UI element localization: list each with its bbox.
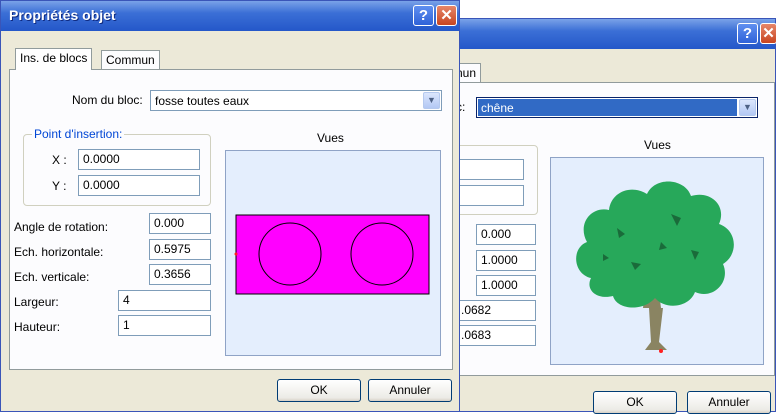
back-close-button[interactable]: ✕ <box>760 23 776 44</box>
views-label: Vues <box>317 131 344 145</box>
back-x-field[interactable] <box>456 159 524 180</box>
chevron-down-icon[interactable]: ▼ <box>739 99 756 116</box>
width-label: Largeur: <box>14 295 59 309</box>
block-preview-drawing <box>234 214 430 295</box>
back-y-field[interactable] <box>456 185 524 206</box>
ok-button[interactable]: OK <box>277 379 361 402</box>
back-width-field[interactable]: .0682 <box>456 300 536 321</box>
back-rotation-field[interactable]: 0.000 <box>476 224 536 245</box>
block-name-label: Nom du bloc: <box>72 93 143 107</box>
back-help-button[interactable]: ? <box>737 23 758 44</box>
block-name-value: fosse toutes eaux <box>155 94 250 108</box>
vscale-field[interactable]: 0.3656 <box>149 264 211 285</box>
title-bar: Propriétés objet ? ✕ <box>1 1 459 31</box>
insertion-point-label: Point d'insertion: <box>32 127 125 141</box>
back-cancel-button[interactable]: Annuler <box>687 391 771 414</box>
close-button[interactable]: ✕ <box>436 5 457 26</box>
back-height-field[interactable]: .0683 <box>456 325 536 346</box>
height-label: Hauteur: <box>14 320 61 334</box>
vscale-label: Ech. verticale: <box>14 270 90 284</box>
hscale-label: Ech. horizontale: <box>14 245 104 259</box>
tab-panel: Nom du bloc: fosse toutes eaux ▼ Point d… <box>9 69 453 370</box>
tree-icon <box>576 181 734 353</box>
back-hscale-field[interactable]: 1.0000 <box>476 250 536 271</box>
tab-commun[interactable]: Commun <box>101 50 160 70</box>
hscale-field[interactable]: 0.5975 <box>149 239 211 260</box>
back-views-label: Vues <box>644 138 671 152</box>
height-field[interactable]: 1 <box>118 315 211 336</box>
tab-block-insertion[interactable]: Ins. de blocs <box>15 48 93 70</box>
width-field[interactable]: 4 <box>118 290 211 311</box>
y-label: Y : <box>52 179 67 193</box>
insertion-point-group: Point d'insertion: X : 0.0000 Y : 0.0000 <box>23 127 211 206</box>
chevron-down-icon[interactable]: ▼ <box>423 92 440 109</box>
y-field[interactable]: 0.0000 <box>78 175 200 196</box>
rotation-label: Angle de rotation: <box>14 220 109 234</box>
back-title-bar: ? ✕ <box>453 19 776 49</box>
x-label: X : <box>52 153 67 167</box>
back-vscale-field[interactable]: 1.0000 <box>476 275 536 296</box>
back-block-name-select[interactable]: chêne ▼ <box>476 97 758 118</box>
help-button[interactable]: ? <box>413 5 434 26</box>
back-block-name-value: chêne <box>481 101 514 115</box>
rotation-field[interactable]: 0.000 <box>149 213 211 234</box>
preview-pane <box>225 150 441 356</box>
back-ok-button[interactable]: OK <box>593 391 677 414</box>
dialog-title: Propriétés objet <box>9 7 116 23</box>
properties-dialog: Propriétés objet ? ✕ Ins. de blocs Commu… <box>0 0 460 412</box>
block-name-select[interactable]: fosse toutes eaux ▼ <box>150 90 442 111</box>
back-dialog: ? ✕ nun c: chêne ▼ 0.000 1.0000 1.0000 .… <box>444 18 776 414</box>
back-tab-panel: c: chêne ▼ 0.000 1.0000 1.0000 .0682 .06… <box>444 82 775 376</box>
back-preview-pane <box>550 157 764 365</box>
cancel-button[interactable]: Annuler <box>368 379 452 402</box>
x-field[interactable]: 0.0000 <box>78 149 200 170</box>
